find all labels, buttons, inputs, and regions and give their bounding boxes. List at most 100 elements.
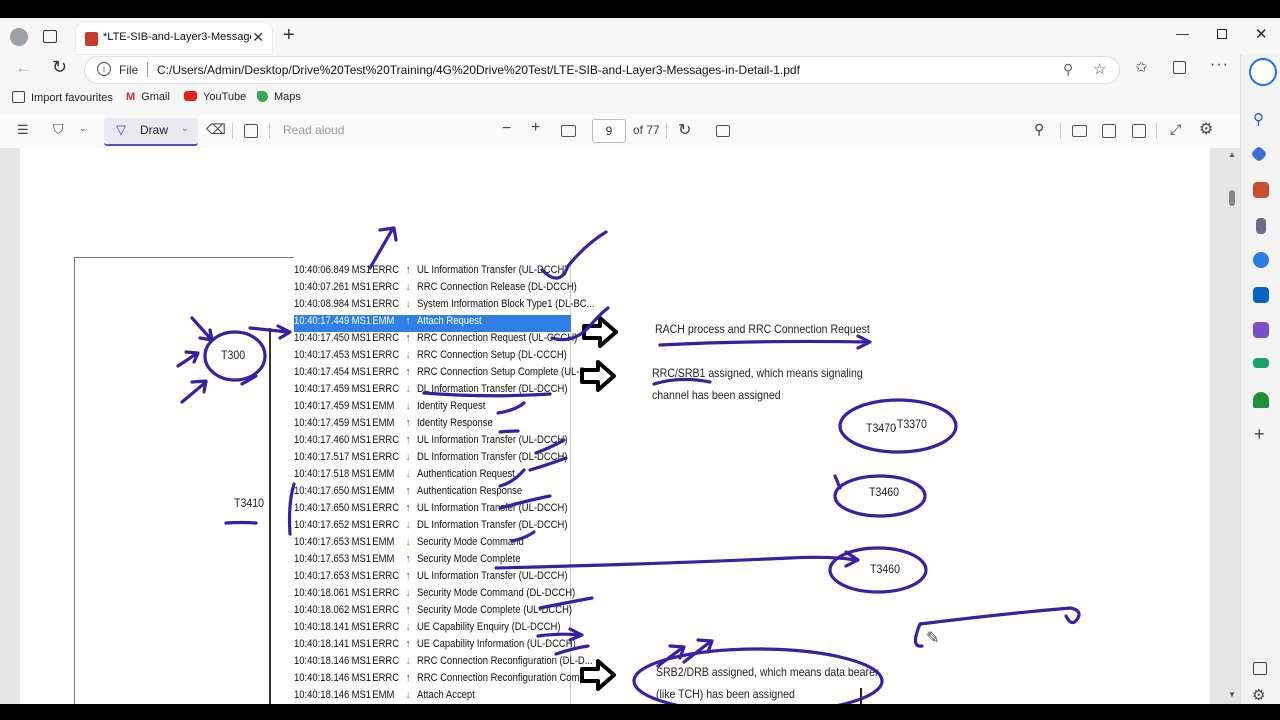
ink-arrow bbox=[176, 350, 200, 368]
favourites-icon[interactable]: ✩ bbox=[1135, 58, 1148, 76]
eraser-icon[interactable]: ⌫ bbox=[206, 121, 226, 138]
table-of-contents-icon[interactable]: ☰ bbox=[17, 122, 29, 138]
sidebar-panel-icon[interactable] bbox=[1253, 662, 1267, 675]
rotate-icon[interactable]: ↻ bbox=[678, 120, 691, 140]
shopping-icon[interactable] bbox=[1250, 145, 1268, 163]
two-page-icon[interactable] bbox=[716, 125, 730, 137]
black-arrow-icon bbox=[580, 360, 616, 392]
address-bar[interactable]: i File C:/Users/Admin/Desktop/Drive%20Te… bbox=[84, 56, 1120, 84]
page-number-input[interactable]: 9 bbox=[592, 119, 626, 143]
tab-active[interactable]: *LTE-SIB-and-Layer3-Messages-in-Detail-1… bbox=[76, 23, 272, 54]
favourite-gmail[interactable]: M Gmail bbox=[126, 91, 170, 103]
ink-underline bbox=[496, 401, 526, 415]
ink-arrow bbox=[536, 627, 584, 642]
restore-icon[interactable] bbox=[1217, 29, 1227, 39]
read-aloud-button[interactable]: Read aloud bbox=[283, 123, 344, 137]
page-total: of 77 bbox=[633, 123, 660, 137]
fit-width-icon[interactable] bbox=[561, 125, 576, 137]
youtube-icon bbox=[184, 91, 197, 101]
ink-long-arrow bbox=[494, 550, 860, 570]
ink-arrow bbox=[180, 379, 208, 404]
ink-underline bbox=[652, 377, 712, 386]
search-icon[interactable]: ⚲ bbox=[1253, 110, 1264, 128]
microsoft365-icon[interactable] bbox=[1253, 252, 1269, 268]
ink-circle-t3460-second bbox=[828, 546, 928, 594]
ink-tick bbox=[833, 474, 842, 490]
favourite-youtube[interactable]: YouTube bbox=[184, 91, 246, 103]
highlight-icon[interactable]: ⛉ bbox=[53, 121, 64, 138]
scroll-thumb[interactable] bbox=[1229, 190, 1235, 206]
zoom-out-icon[interactable]: − bbox=[502, 120, 511, 138]
ink-checkmark bbox=[540, 230, 608, 280]
new-tab-icon[interactable]: + bbox=[283, 24, 295, 47]
close-window-icon[interactable]: ✕ bbox=[1255, 25, 1268, 43]
import-icon bbox=[12, 91, 25, 103]
draw-button[interactable]: ▽ Draw ⌄ bbox=[104, 118, 198, 146]
add-favourite-icon[interactable]: ☆ bbox=[1093, 60, 1106, 78]
browser-window: *LTE-SIB-and-Layer3-Messages-in-Detail-1… bbox=[0, 18, 1280, 704]
close-tab-icon[interactable]: ✕ bbox=[252, 29, 264, 46]
games-icon[interactable] bbox=[1256, 218, 1266, 234]
back-icon[interactable]: ← bbox=[15, 58, 32, 78]
gmail-icon: M bbox=[126, 91, 136, 103]
minimize-icon[interactable]: — bbox=[1176, 26, 1189, 41]
tab-title: *LTE-SIB-and-Layer3-Messages-in-Detail-1… bbox=[103, 31, 251, 43]
outlook-icon[interactable] bbox=[1253, 287, 1269, 303]
drop-icon[interactable] bbox=[1253, 358, 1269, 368]
favourite-maps[interactable]: Maps bbox=[257, 91, 301, 103]
ink-underline bbox=[538, 596, 594, 610]
collections-icon[interactable] bbox=[1173, 61, 1186, 74]
tab-actions-icon[interactable] bbox=[43, 30, 57, 43]
ink-arrow bbox=[248, 324, 292, 340]
ink-arrow-rach bbox=[658, 334, 872, 350]
pdf-document-area[interactable]: 10:40:06.849 MS1 ERRC UL Information Transf… bbox=[0, 148, 1240, 704]
copilot-icon[interactable] bbox=[1249, 58, 1277, 86]
settings-gear-icon[interactable]: ⚙ bbox=[1252, 686, 1265, 704]
maps-icon bbox=[257, 91, 268, 102]
settings-gear-icon[interactable]: ⚙ bbox=[1199, 119, 1213, 139]
toolbar-divider bbox=[1060, 123, 1061, 139]
ink-underline bbox=[422, 391, 552, 398]
draw-icon: ▽ bbox=[116, 122, 126, 137]
toolbar-divider bbox=[232, 123, 233, 139]
annotation-layer bbox=[176, 226, 1081, 704]
url-scheme-label: File bbox=[119, 63, 139, 77]
edge-sidebar: ⚲ + ⚙ bbox=[1240, 54, 1280, 704]
search-icon[interactable]: ⚲ bbox=[1034, 121, 1044, 138]
zoom-in-icon[interactable]: + bbox=[531, 119, 540, 137]
ink-scribble bbox=[498, 468, 526, 488]
designer-icon[interactable] bbox=[1253, 322, 1269, 338]
page-view-icon[interactable] bbox=[244, 124, 258, 138]
chevron-down-icon[interactable]: ⌄ bbox=[79, 123, 87, 134]
print-icon[interactable] bbox=[1072, 125, 1087, 137]
scroll-down-icon[interactable]: ▼ bbox=[1228, 690, 1236, 699]
pdf-page[interactable]: 10:40:06.849 MS1 ERRC UL Information Transf… bbox=[20, 148, 1210, 704]
add-icon[interactable]: + bbox=[1254, 424, 1265, 445]
profile-avatar[interactable] bbox=[10, 28, 28, 46]
pen-cursor-icon: ✎ bbox=[926, 630, 940, 647]
draw-label: Draw bbox=[140, 123, 169, 137]
save-as-icon[interactable] bbox=[1132, 124, 1146, 138]
ink-underline bbox=[510, 530, 536, 543]
favourite-import[interactable]: Import favourites bbox=[12, 91, 113, 104]
ink-arrow bbox=[682, 638, 714, 664]
more-menu-icon[interactable]: ··· bbox=[1210, 56, 1229, 74]
ink-underline bbox=[224, 520, 258, 525]
ink-underline bbox=[498, 429, 520, 434]
pdf-toolbar: ☰ ⛉ ⌄ ▽ Draw ⌄ ⌫ Read aloud − + 9 of 77 … bbox=[0, 114, 1240, 149]
scroll-up-icon[interactable]: ▲ bbox=[1228, 150, 1236, 159]
zoom-icon[interactable]: ⚲ bbox=[1063, 61, 1073, 78]
save-icon[interactable] bbox=[1102, 124, 1116, 138]
tools-icon[interactable] bbox=[1253, 182, 1269, 198]
ink-arrow bbox=[656, 644, 686, 668]
black-arrow-icon bbox=[580, 659, 616, 691]
toolbar-divider bbox=[1156, 123, 1157, 139]
pdf-file-icon bbox=[85, 32, 98, 46]
expand-icon[interactable]: ⤢ bbox=[1170, 121, 1181, 138]
url-text[interactable]: C:/Users/Admin/Desktop/Drive%20Test%20Tr… bbox=[157, 63, 800, 77]
tree-icon[interactable] bbox=[1253, 392, 1269, 408]
refresh-icon[interactable]: ↻ bbox=[52, 57, 67, 78]
ink-circle-t3460-first bbox=[833, 474, 927, 518]
vertical-scrollbar[interactable]: ▲ ▼ bbox=[1226, 150, 1238, 702]
ink-bracket bbox=[287, 482, 296, 536]
